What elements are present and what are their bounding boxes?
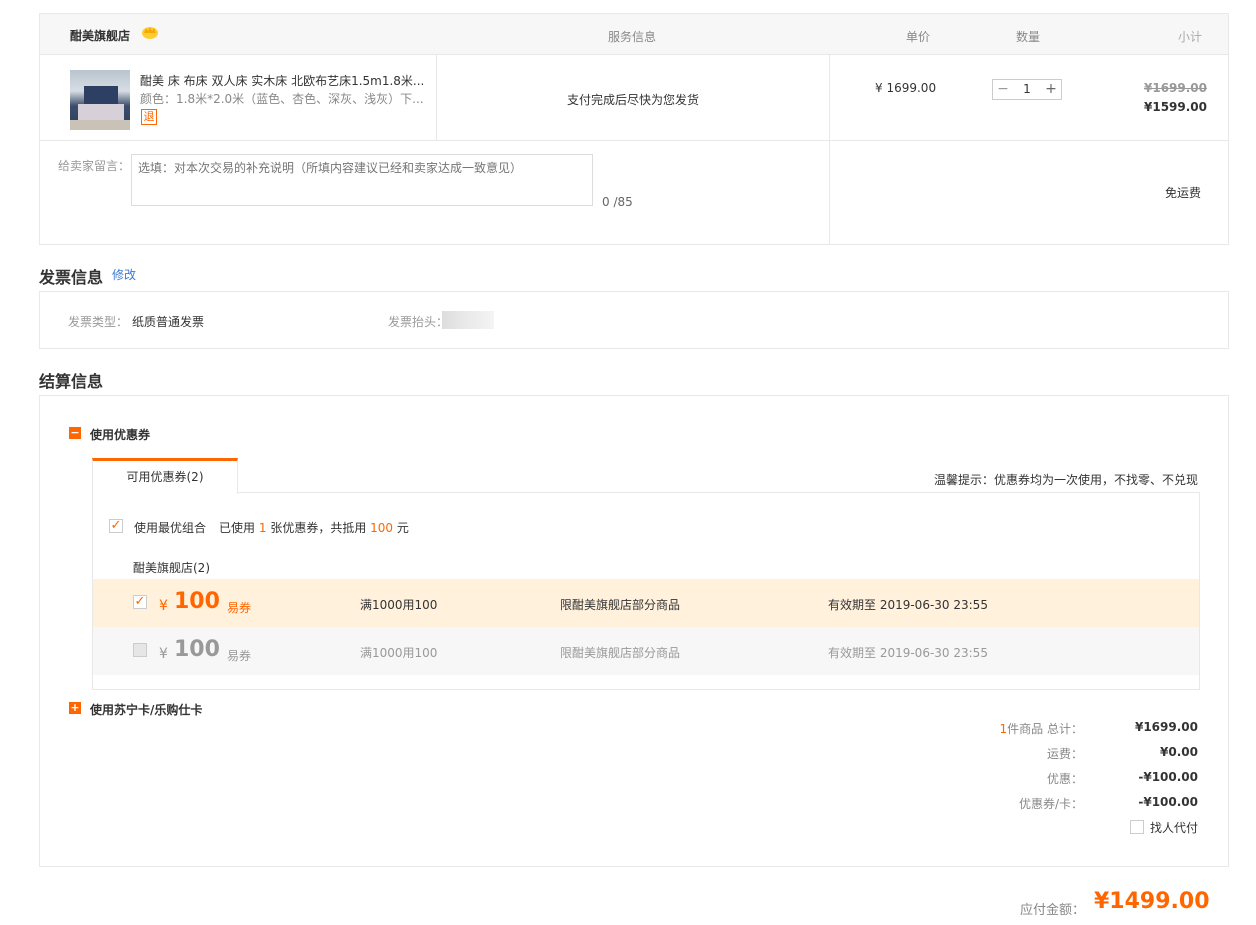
coupon-checkbox[interactable]: ✓ xyxy=(133,595,147,609)
coupon-type: 易券 xyxy=(227,649,252,663)
shop-badge-icon xyxy=(142,27,158,39)
expand-icon[interactable]: + xyxy=(69,702,81,714)
original-subtotal: ¥1699.00 xyxy=(1144,81,1208,95)
product-spec: 颜色：1.8米*2.0米（蓝色、杏色、深灰、浅灰）下... xyxy=(140,92,424,106)
coupon-rule: 满1000用100 xyxy=(360,598,438,612)
store-group-label: 酣美旗舰店(2) xyxy=(133,561,210,575)
order-box: 酣美旗舰店 服务信息 单价 数量 小计 酣美 床 布床 双人床 实木床 北欧布艺… xyxy=(39,13,1229,245)
coupon-row[interactable]: ¥ 100 易券 满1000用100 限酣美旗舰店部分商品 有效期至 2019-… xyxy=(93,627,1199,675)
summary-coupon: -¥100.00 xyxy=(1138,795,1198,809)
best-combo-checkbox[interactable]: ✓ xyxy=(109,519,123,533)
coupon-amount: 100 xyxy=(174,637,220,662)
summary-discount: -¥100.00 xyxy=(1138,770,1198,784)
coupon-row[interactable]: ✓ ¥ 100 易券 满1000用100 限酣美旗舰店部分商品 有效期至 201… xyxy=(93,579,1199,627)
message-input[interactable] xyxy=(131,154,593,206)
divider xyxy=(40,140,1228,141)
order-header: 酣美旗舰店 服务信息 单价 数量 小计 xyxy=(40,14,1228,55)
subtotal: ¥1599.00 xyxy=(1144,100,1208,114)
coupon-amount: 100 xyxy=(174,589,220,614)
invoice-header-label: 发票抬头： xyxy=(388,315,449,329)
invoice-type-label: 发票类型： xyxy=(68,315,129,329)
summary-coupon-label: 优惠券/卡： xyxy=(1018,797,1083,811)
coupon-checkbox[interactable] xyxy=(133,643,147,657)
coupon-panel: ✓ 使用最优组合 已使用 1 张优惠券，共抵用 100 元 酣美旗舰店(2) ✓… xyxy=(92,492,1200,690)
refund-badge: 退 xyxy=(141,109,157,125)
message-label: 给卖家留言： xyxy=(58,159,131,173)
divider xyxy=(829,55,830,245)
message-char-count: 0 /85 xyxy=(602,195,633,209)
unit-price: ¥ 1699.00 xyxy=(875,81,937,95)
settlement-title: 结算信息 xyxy=(39,372,104,391)
invoice-type-value: 纸质普通发票 xyxy=(132,315,205,329)
quantity-stepper: − 1 + xyxy=(992,79,1062,100)
proxy-pay-checkbox[interactable] xyxy=(1130,820,1144,834)
coupon-scope: 限酣美旗舰店部分商品 xyxy=(560,598,681,612)
coupon-expiry: 有效期至 2019-06-30 23:55 xyxy=(828,598,988,612)
divider xyxy=(436,55,437,141)
coupon-scope: 限酣美旗舰店部分商品 xyxy=(560,646,681,660)
service-info: 支付完成后尽快为您发货 xyxy=(567,93,700,107)
use-coupon-toggle[interactable]: 使用优惠券 xyxy=(90,426,150,443)
proxy-pay-label[interactable]: 找人代付 xyxy=(1150,819,1198,836)
tab-available-coupons[interactable]: 可用优惠券(2) xyxy=(92,458,238,494)
coupon-currency: ¥ xyxy=(159,598,168,614)
coupon-type: 易券 xyxy=(227,601,252,615)
payment-label: 应付金额： xyxy=(1020,903,1086,918)
best-combo-label: 使用最优组合 xyxy=(134,521,207,535)
header-service: 服务信息 xyxy=(608,30,657,44)
coupon-currency: ¥ xyxy=(159,646,168,662)
summary-total: ¥1699.00 xyxy=(1134,720,1198,734)
summary-discount-label: 优惠： xyxy=(1046,772,1083,786)
summary-shipping: ¥0.00 xyxy=(1160,745,1198,759)
shop-name[interactable]: 酣美旗舰店 xyxy=(70,27,130,44)
invoice-edit-link[interactable]: 修改 xyxy=(112,266,136,283)
coupon-expiry: 有效期至 2019-06-30 23:55 xyxy=(828,646,988,660)
settlement-box: − 使用优惠券 可用优惠券(2) 温馨提示：优惠券均为一次使用，不找零、不兑现 … xyxy=(39,395,1229,867)
payment-total: ¥1499.00 xyxy=(1094,889,1210,914)
header-unit-price: 单价 xyxy=(906,30,931,44)
invoice-header-blurred xyxy=(442,311,494,329)
use-card-toggle[interactable]: 使用苏宁卡/乐购仕卡 xyxy=(90,701,202,718)
product-title[interactable]: 酣美 床 布床 双人床 实木床 北欧布艺床1.5m1.8米... xyxy=(140,72,430,89)
header-subtotal: 小计 xyxy=(1178,30,1203,44)
collapse-icon[interactable]: − xyxy=(69,427,81,439)
summary-shipping-label: 运费： xyxy=(1046,747,1083,761)
invoice-title: 发票信息 xyxy=(39,268,104,287)
quantity-value[interactable]: 1 xyxy=(1013,80,1041,99)
header-quantity: 数量 xyxy=(1016,30,1041,44)
shipping-info: 免运费 xyxy=(1165,186,1202,200)
increment-button[interactable]: + xyxy=(1041,80,1061,99)
decrement-button[interactable]: − xyxy=(993,80,1013,99)
coupon-rule: 满1000用100 xyxy=(360,646,438,660)
summary-items-label: 1件商品 总计： xyxy=(999,722,1083,736)
coupon-tip: 温馨提示：优惠券均为一次使用，不找零、不兑现 xyxy=(934,473,1199,487)
product-image[interactable] xyxy=(70,70,130,130)
used-summary: 已使用 1 张优惠券，共抵用 100 元 xyxy=(219,521,409,535)
invoice-box: 发票类型： 纸质普通发票 发票抬头： xyxy=(39,291,1229,349)
